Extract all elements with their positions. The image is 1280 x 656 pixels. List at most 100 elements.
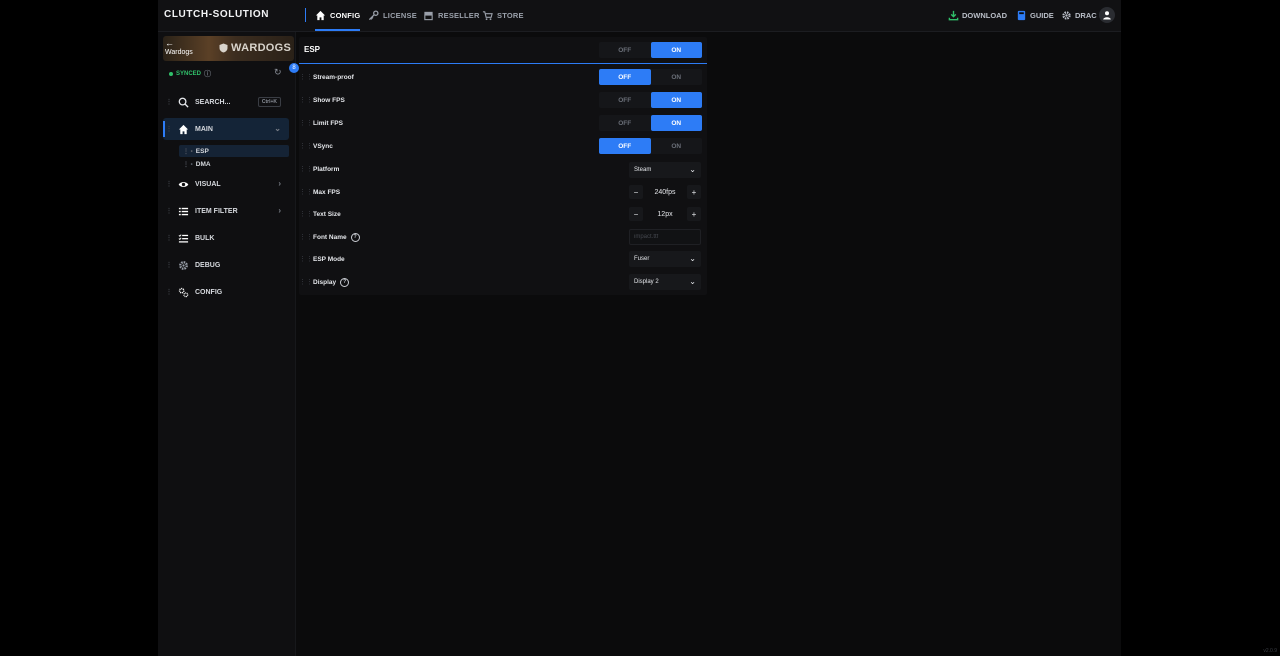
toggle-on-option[interactable]: ON — [650, 115, 702, 131]
setting-label: Display ? — [313, 277, 350, 287]
platform-select[interactable]: Steam ⌄ — [629, 162, 701, 178]
toggle-on-option[interactable]: ON — [651, 138, 703, 154]
limit-fps-toggle[interactable]: OFF ON — [599, 115, 702, 131]
guide-label: GUIDE — [1030, 10, 1054, 20]
eye-icon — [175, 178, 191, 190]
drag-handle-icon[interactable]: ⋮⋮ — [299, 278, 313, 286]
store-icon — [424, 11, 433, 20]
master-toggle-off[interactable]: OFF — [599, 42, 651, 58]
toggle-on-option[interactable]: ON — [651, 69, 703, 85]
toggle-off-option[interactable]: OFF — [599, 115, 651, 131]
sidebar-item-config[interactable]: ⋮ CONFIG — [163, 281, 289, 303]
sync-dot-icon — [169, 72, 173, 76]
sync-status: SYNCED ⓘ — [169, 69, 211, 79]
search-icon — [175, 96, 191, 108]
drag-handle-icon[interactable]: ⋮⋮ — [299, 96, 313, 104]
refresh-icon[interactable]: ↻ — [274, 67, 282, 78]
esp-mode-select[interactable]: Fuser ⌄ — [629, 251, 701, 267]
drag-handle-icon[interactable]: ⋮⋮ — [299, 73, 313, 81]
sidebar-subitem-dma[interactable]: ⋮ • DMA — [179, 158, 289, 170]
master-toggle-on[interactable]: ON — [650, 42, 702, 58]
tab-license[interactable]: LICENSE — [368, 0, 417, 30]
drag-handle-icon[interactable]: ⋮⋮ — [299, 233, 313, 241]
drag-handle-icon: ⋮ — [165, 126, 173, 133]
search-button[interactable]: ⋮ SEARCH... Ctrl+K — [163, 91, 289, 113]
display-select[interactable]: Display 2 ⌄ — [629, 274, 701, 290]
max-fps-value: 240fps — [654, 188, 676, 196]
drag-handle-icon[interactable]: ⋮⋮ — [299, 210, 313, 218]
bullet-icon: ⋮ • — [183, 161, 193, 168]
tab-store[interactable]: STORE — [482, 0, 524, 30]
user-menu[interactable]: DRAC — [1061, 0, 1097, 30]
sidebar-item-main-label: MAIN — [195, 125, 213, 133]
stream-proof-toggle[interactable]: OFF ON — [599, 69, 702, 85]
drag-handle-icon: ⋮ — [165, 262, 173, 269]
drag-handle-icon[interactable]: ⋮⋮ — [299, 142, 313, 150]
decrement-button[interactable]: − — [629, 185, 643, 199]
avatar[interactable] — [1099, 7, 1115, 23]
max-fps-stepper: − 240fps + — [629, 184, 701, 200]
setting-label: Max FPS — [313, 188, 341, 196]
sidebar-item-item-filter-label: ITEM FILTER — [195, 207, 238, 215]
drag-handle-icon[interactable]: ⋮⋮ — [299, 188, 313, 196]
download-link[interactable]: DOWNLOAD — [948, 0, 1007, 30]
show-fps-toggle[interactable]: OFF ON — [599, 92, 702, 108]
font-name-label: Font Name — [313, 233, 347, 241]
tab-reseller[interactable]: RESELLER — [423, 0, 480, 30]
decrement-button[interactable]: − — [629, 207, 643, 221]
master-toggle[interactable]: OFF ON — [599, 42, 702, 58]
chevron-right-icon: › — [278, 179, 281, 188]
increment-button[interactable]: + — [687, 207, 701, 221]
info-icon: ⓘ — [204, 71, 212, 78]
checklist-icon — [175, 232, 191, 244]
increment-button[interactable]: + — [687, 185, 701, 199]
tab-license-label: LICENSE — [383, 10, 417, 20]
sidebar: ← Wardogs WARDOGS 8 SYNCED ⓘ ↻ ⋮ SEARCH.… — [158, 32, 299, 656]
drag-handle-icon: ⋮ — [165, 99, 173, 106]
setting-label: Limit FPS — [313, 119, 343, 127]
setting-label: ESP Mode — [313, 255, 345, 263]
sidebar-item-visual[interactable]: ⋮ VISUAL › — [163, 173, 289, 195]
setting-label: Platform — [313, 165, 340, 173]
toggle-off-option[interactable]: OFF — [599, 69, 651, 85]
home-icon — [175, 123, 191, 135]
display-value: Display 2 — [634, 279, 659, 285]
sidebar-subitem-esp-label: ESP — [195, 147, 209, 155]
setting-label: Stream-proof — [313, 73, 354, 81]
bullet-icon: ⋮ • — [183, 148, 193, 155]
sidebar-item-debug[interactable]: ⋮ DEBUG — [163, 254, 289, 276]
game-banner[interactable]: ← Wardogs WARDOGS — [163, 36, 294, 61]
home-icon — [315, 10, 326, 20]
toggle-on-option[interactable]: ON — [650, 92, 702, 108]
list-icon — [175, 205, 191, 217]
font-name-input[interactable] — [629, 229, 701, 245]
tab-config[interactable]: CONFIG — [315, 0, 361, 31]
sidebar-item-item-filter[interactable]: ⋮ ITEM FILTER › — [163, 200, 289, 222]
version-label: v2.0.9 — [1263, 648, 1277, 654]
download-icon — [948, 10, 959, 20]
esp-settings-panel: ESP OFF ON ⋮⋮ Stream-proof OFF ON ⋮⋮ Sho… — [299, 37, 707, 295]
sidebar-subitem-esp[interactable]: ⋮ • ESP — [179, 145, 289, 157]
sidebar-item-main[interactable]: ⋮ MAIN ⌄ — [163, 118, 289, 140]
drag-handle-icon[interactable]: ⋮⋮ — [299, 255, 313, 263]
toggle-off-option[interactable]: OFF — [599, 92, 651, 108]
setting-label: VSync — [313, 142, 333, 150]
vsync-toggle[interactable]: OFF ON — [599, 138, 702, 154]
cart-icon — [482, 10, 493, 20]
drag-handle-icon: ⋮ — [165, 208, 173, 215]
guide-link[interactable]: GUIDE — [1016, 0, 1054, 30]
tab-reseller-label: RESELLER — [438, 10, 480, 20]
help-icon[interactable]: ? — [350, 232, 360, 242]
username: DRAC — [1075, 10, 1097, 20]
toggle-off-option[interactable]: OFF — [599, 138, 651, 154]
help-icon[interactable]: ? — [340, 277, 350, 287]
chevron-down-icon: ⌄ — [689, 277, 696, 286]
panel-header: ESP OFF ON — [299, 37, 707, 64]
sidebar-item-bulk[interactable]: ⋮ BULK — [163, 227, 289, 249]
drag-handle-icon[interactable]: ⋮⋮ — [299, 119, 313, 127]
esp-mode-value: Fuser — [634, 256, 650, 262]
brand-name: CLUTCH-SOLUTION — [164, 9, 270, 20]
notification-badge: 8 — [289, 63, 299, 73]
back-arrow-icon[interactable]: ← — [165, 38, 174, 48]
drag-handle-icon[interactable]: ⋮⋮ — [299, 165, 313, 173]
